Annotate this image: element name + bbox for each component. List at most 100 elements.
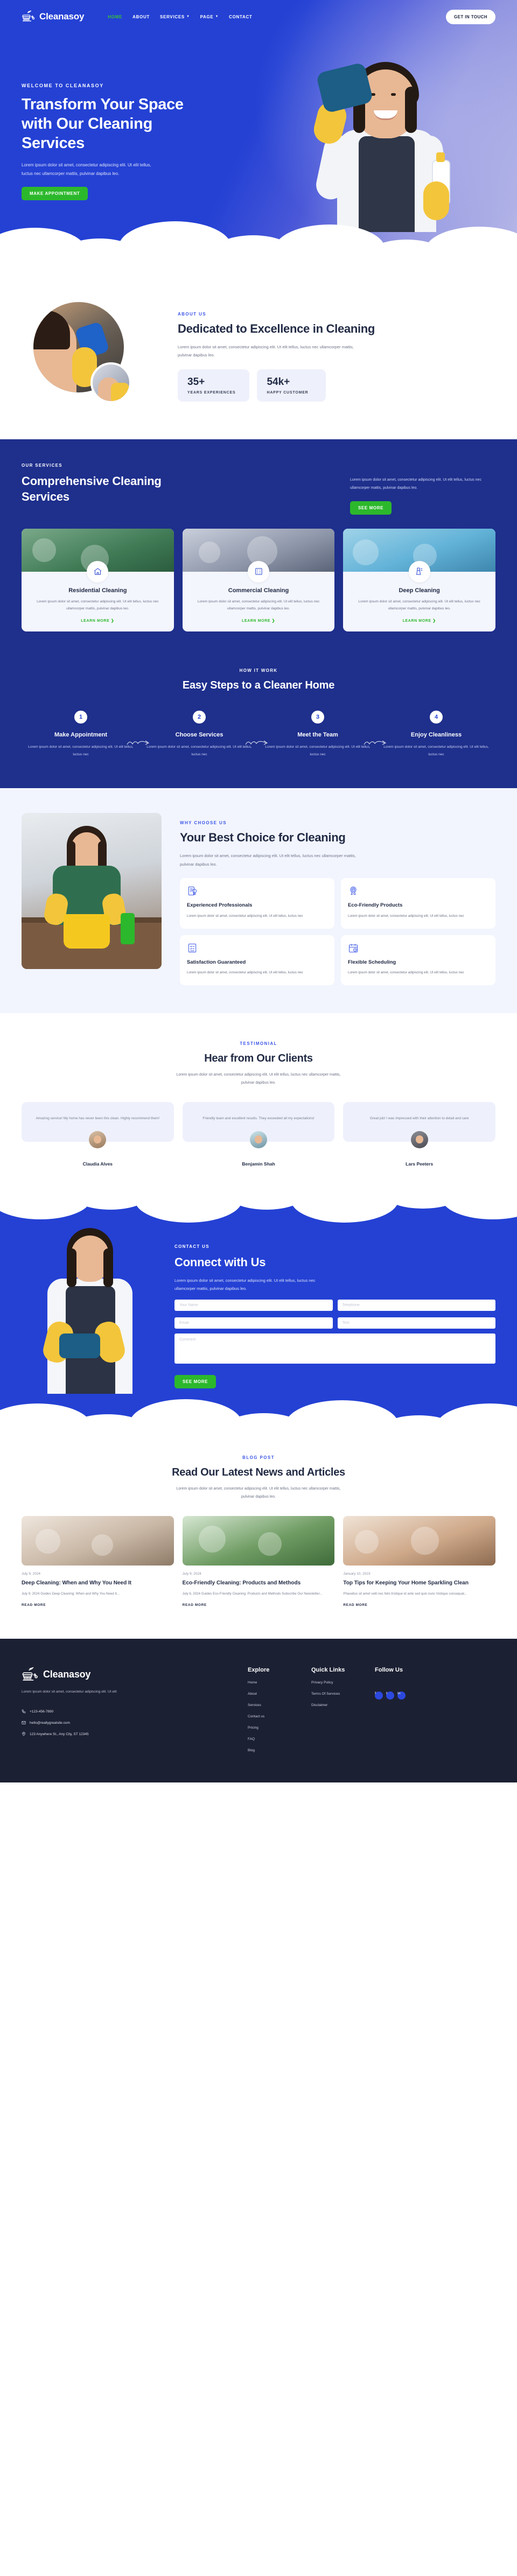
testimonial-card: Great job! I was impressed with their at… [343,1102,496,1148]
service-learn-more-link[interactable]: LEARN MORE ❯ [343,619,495,623]
stat-card: 35+ YEARS EXPERIENCES [178,369,250,402]
testimonial-card-list: Amazing service! My home has never been … [22,1102,496,1148]
cleaning-brush-icon [22,10,36,23]
blog-read-more-link[interactable]: READ MORE [183,1603,207,1607]
feature-card: Satisfaction Guaranteed Lorem ipsum dolo… [180,935,334,985]
footer-social-links[interactable]: f t in [375,1684,438,1700]
services-see-more-button[interactable]: SEE MORE [350,501,392,515]
service-card[interactable]: Deep Cleaning Lorem ipsum dolor sit amet… [343,528,496,631]
footer-link-terms[interactable]: Terms Of Services [311,1692,375,1696]
footer-phone[interactable]: +123-456-7890 [22,1709,248,1714]
step-number: 1 [74,710,87,724]
step-number: 3 [311,710,324,724]
footer-column-quick-links: Quick Links Privacy Policy Terms Of Serv… [311,1667,375,1752]
feature-card: Eco-Friendly Products Lorem ipsum dolor … [341,878,495,929]
stat-label: YEARS EXPERIENCES [187,391,236,395]
testimonial-quote: Friendly team and excellent results. The… [202,1117,315,1121]
nav-link-contact[interactable]: CONTACT [229,15,252,19]
about-paragraph: Lorem ipsum dolor sit amet, consectetur … [178,344,354,358]
footer-column-heading: Explore [248,1666,270,1673]
blog-card[interactable]: January 10, 2023 Top Tips for Keeping Yo… [343,1516,496,1608]
contact-paragraph: Lorem ipsum dolor sit amet, consectetur … [174,1278,316,1291]
service-learn-more-link[interactable]: LEARN MORE ❯ [183,619,335,623]
calendar-clock-icon [348,943,488,953]
contact-submit-button[interactable]: SEE MORE [174,1375,216,1388]
feature-card: Experienced Professionals Lorem ipsum do… [180,878,334,929]
blog-read-more-link[interactable]: READ MORE [22,1603,46,1607]
feature-text: Lorem ipsum dolor sit amet, consectetur … [187,914,303,918]
testimonial-author: Benjamin Shah [242,1161,275,1167]
feature-text: Lorem ipsum dolor sit amet, consectetur … [348,971,464,975]
blog-date: July 9, 2024 [22,1572,41,1576]
step-item: 2 Choose Services Lorem ipsum dolor sit … [140,710,268,759]
hero-paragraph: Lorem ipsum dolor sit amet, consectetur … [22,162,151,176]
feature-title: Satisfaction Guaranteed [187,959,246,965]
footer-link-contact-us[interactable]: Contact us [248,1715,311,1718]
blog-read-more-link[interactable]: READ MORE [343,1603,367,1607]
why-paragraph: Lorem ipsum dolor sit amet, consectetur … [180,853,356,867]
twitter-icon[interactable]: t [386,1691,394,1700]
nav-link-about[interactable]: ABOUT [132,15,150,19]
blog-card[interactable]: July 9, 2024 Deep Cleaning: When and Why… [22,1516,174,1608]
stat-card: 54k+ HAPPY CUSTOMER [257,369,326,402]
footer-contact-info: +123-456-7890 hello@reallygreatsite.com … [22,1709,248,1736]
text-input[interactable] [337,1317,495,1329]
about-section: ABOUT US Dedicated to Excellence in Clea… [22,272,495,439]
service-card[interactable]: Residential Cleaning Lorem ipsum dolor s… [22,528,174,631]
telephone-input[interactable] [337,1300,495,1311]
name-input[interactable] [174,1300,333,1311]
office-building-icon [248,560,269,582]
avatar [250,1131,267,1148]
footer-link-blog[interactable]: Blog [248,1749,311,1752]
footer-link-services[interactable]: Services [248,1703,311,1707]
facebook-icon[interactable]: f [375,1691,383,1700]
testimonial-names: Claudia Alves Benjamin Shah Lars Peeters [22,1161,495,1167]
step-item: 3 Meet the Team Lorem ipsum dolor sit am… [258,710,387,759]
step-title: Meet the Team [297,731,338,738]
footer-link-privacy-policy[interactable]: Privacy Policy [311,1681,375,1684]
blog-eyebrow: BLOG POST [242,1455,275,1460]
contact-form[interactable]: SEE MORE [174,1300,495,1388]
main-navigation[interactable]: Cleanasoy HOME ABOUT SERVICES ▼ PAGE ▼ CON… [0,0,517,33]
stat-label: HAPPY CUSTOMER [267,391,309,395]
linkedin-icon[interactable]: in [397,1691,406,1700]
contact-eyebrow: CONTACT US [174,1244,209,1249]
feature-text: Lorem ipsum dolor sit amet, consectetur … [187,971,303,975]
nav-link-home[interactable]: HOME [108,15,122,19]
nav-links[interactable]: HOME ABOUT SERVICES ▼ PAGE ▼ CONTACT [108,15,252,19]
service-card[interactable]: Commercial Cleaning Lorem ipsum dolor si… [182,528,335,631]
step-text: Lorem ipsum dolor sit amet, consectetur … [383,745,489,756]
step-item: 4 Enjoy Cleanliness Lorem ipsum dolor si… [377,710,495,759]
footer-link-pricing[interactable]: Pricing [248,1726,311,1730]
about-images [22,302,156,407]
deep-clean-icon [408,560,430,582]
footer-link-about[interactable]: About [248,1692,311,1696]
footer-link-home[interactable]: Home [248,1681,311,1684]
footer-brand-logo[interactable]: Cleanasoy [22,1667,248,1683]
footer-link-disclaimer[interactable]: Disclaimer [311,1703,375,1707]
why-feature-grid: Experienced Professionals Lorem ipsum do… [180,878,495,985]
phone-icon [22,1709,26,1714]
hero-eyebrow: WELCOME TO CLEANASOY [22,83,104,88]
blog-date: January 10, 2023 [343,1572,371,1576]
footer-email[interactable]: hello@reallygreatsite.com [22,1721,248,1725]
about-stats: 35+ YEARS EXPERIENCES 54k+ HAPPY CUSTOME… [178,369,375,402]
blog-date: July 9, 2024 [182,1572,201,1576]
steps-eyebrow: HOW IT WORK [239,668,278,673]
nav-link-page[interactable]: PAGE ▼ [200,15,219,19]
make-appointment-button[interactable]: MAKE APPOINTMENT [22,186,88,200]
step-number: 2 [193,710,206,724]
blog-post-title: Top Tips for Keeping Your Home Sparkling… [343,1580,469,1587]
comment-textarea[interactable] [174,1333,495,1364]
house-cleaning-icon [87,560,109,582]
services-paragraph: Lorem ipsum dolor sit amet, consectetur … [350,478,481,490]
service-learn-more-link[interactable]: LEARN MORE ❯ [22,619,174,623]
blog-card[interactable]: July 9, 2024 Eco-Friendly Cleaning: Prod… [182,1516,335,1608]
brand-logo[interactable]: Cleanasoy [22,10,84,23]
how-it-works-section: HOW IT WORK Easy Steps to a Cleaner Home… [0,662,517,789]
nav-link-services[interactable]: SERVICES ▼ [160,15,190,19]
get-in-touch-button[interactable]: GET IN TOUCH [446,9,495,24]
footer-link-faq[interactable]: FAQ [248,1737,311,1741]
email-input[interactable] [174,1317,333,1329]
step-item: 1 Make Appointment Lorem ipsum dolor sit… [22,710,150,759]
